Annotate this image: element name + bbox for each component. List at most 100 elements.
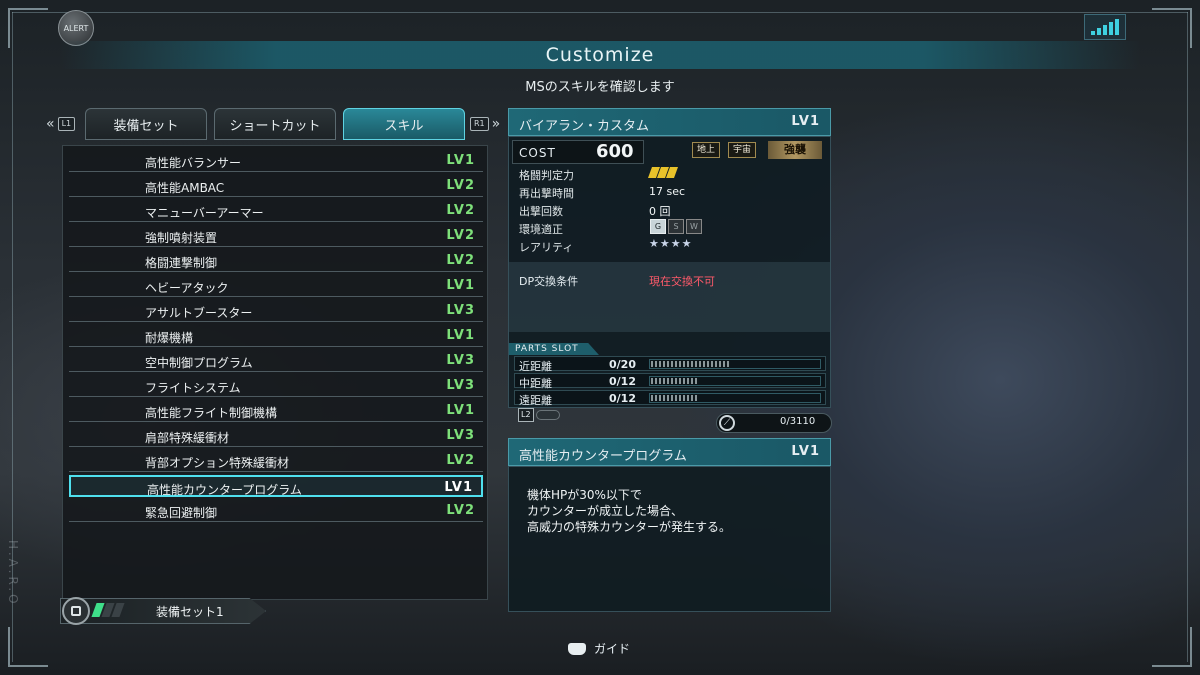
- stat-value-sorties: 0 回: [649, 205, 671, 218]
- wrench-icon: ⟋: [719, 415, 735, 431]
- tab-label: 装備セット: [113, 118, 179, 134]
- page-subtitle: MSのスキルを確認します: [525, 80, 675, 95]
- r1-button-icon: R1: [470, 117, 489, 131]
- signal-icon: [1084, 14, 1126, 40]
- skill-level: LV2: [446, 203, 475, 218]
- parts-slot-row: 近距離 0/20: [514, 356, 826, 373]
- tab-prev-button[interactable]: « L1: [46, 116, 76, 132]
- skill-name: 肩部特殊緩衝材: [145, 431, 230, 445]
- environment-g-icon: G: [650, 219, 666, 234]
- parts-slot-value: 0/12: [609, 375, 636, 388]
- skill-name: 強制噴射装置: [145, 231, 218, 245]
- skill-list-item[interactable]: 高性能バランサー LV1: [69, 150, 483, 172]
- parts-slot-gauge: [649, 376, 821, 386]
- parts-slot-row: 中距離 0/12: [514, 373, 826, 390]
- hud-frame-right: [1187, 12, 1188, 662]
- skill-name: フライトシステム: [145, 381, 241, 395]
- skill-level: LV2: [446, 228, 475, 243]
- skill-level: LV2: [446, 178, 475, 193]
- l2-button-icon[interactable]: L2: [518, 408, 534, 422]
- skill-list-item[interactable]: フライトシステム LV3: [69, 375, 483, 397]
- skill-list-item[interactable]: 強制噴射装置 LV2: [69, 225, 483, 247]
- skill-list-item[interactable]: 耐爆機構 LV1: [69, 325, 483, 347]
- skill-level: LV2: [446, 503, 475, 518]
- stat-value-respawn: 17 sec: [649, 185, 686, 198]
- stat-label-respawn: 再出撃時間: [519, 187, 574, 200]
- environment-s-icon: S: [668, 219, 684, 234]
- skill-name: ヘビーアタック: [145, 281, 229, 295]
- tab-label: ショートカット: [229, 118, 321, 134]
- skill-list-item[interactable]: 背部オプション特殊緩衝材 LV2: [69, 450, 483, 472]
- alert-text: ALERT: [63, 23, 89, 33]
- skill-name: 高性能AMBAC: [145, 181, 225, 195]
- environment-icons: GSW: [650, 219, 702, 234]
- stat-label-sorties: 出撃回数: [519, 205, 563, 218]
- rarity-stars: ★★★★: [649, 237, 693, 250]
- skill-name: 空中制御プログラム: [145, 356, 253, 370]
- ms-header: バイアラン・カスタム LV1: [508, 108, 831, 136]
- skill-detail-name: 高性能カウンタープログラム: [519, 449, 687, 464]
- hud-corner-br: [1152, 627, 1192, 667]
- double-chevron-left-icon: «: [46, 116, 55, 132]
- hud-corner-bl: [8, 627, 48, 667]
- parts-slot-label: 近距離: [519, 360, 552, 373]
- skill-list-item[interactable]: 高性能カウンタープログラム LV1: [69, 475, 483, 497]
- touchpad-button-icon: [568, 642, 586, 655]
- tab-label: スキル: [384, 118, 424, 134]
- skill-name: 高性能バランサー: [145, 156, 242, 170]
- skill-level: LV1: [444, 480, 473, 495]
- skill-level: LV3: [446, 378, 475, 393]
- skill-list-item[interactable]: ヘビーアタック LV1: [69, 275, 483, 297]
- skill-list-item[interactable]: 空中制御プログラム LV3: [69, 350, 483, 372]
- square-button-icon[interactable]: [62, 597, 90, 625]
- parts-slot-row: 遠距離 0/12: [514, 390, 826, 407]
- skill-level: LV3: [446, 303, 475, 318]
- parts-slot-gauge: [649, 393, 821, 403]
- cost-label: COST: [519, 146, 556, 160]
- skill-list-item[interactable]: 高性能AMBAC LV2: [69, 175, 483, 197]
- skill-list-item[interactable]: 肩部特殊緩衝材 LV3: [69, 425, 483, 447]
- skill-level: LV1: [446, 403, 475, 418]
- skill-level: LV3: [446, 428, 475, 443]
- dp-value: 現在交換不可: [649, 275, 715, 288]
- skill-list-item[interactable]: 高性能フライト制御機構 LV1: [69, 400, 483, 422]
- hud-corner-tl: [8, 8, 48, 48]
- tab-next-button[interactable]: R1 »: [470, 116, 500, 132]
- capacity-value: 0/3110: [780, 416, 816, 427]
- skill-name: アサルトブースター: [145, 306, 253, 320]
- side-label: H.A.R.O: [6, 540, 20, 607]
- parts-slot-title: PARTS SLOT: [509, 343, 599, 355]
- parts-slot-gauge-fill: [651, 395, 699, 401]
- stat-label-melee: 格闘判定力: [519, 169, 574, 182]
- skill-list-item[interactable]: 格闘連撃制御 LV2: [69, 250, 483, 272]
- toggle-pill-icon: [536, 410, 560, 420]
- loadout-label: 装備セット1: [156, 605, 224, 619]
- description-line: 機体HPが30%以下で: [527, 488, 642, 502]
- skill-name: 高性能カウンタープログラム: [147, 483, 302, 497]
- parts-slot-gauge-fill: [651, 361, 730, 367]
- skill-list-item[interactable]: アサルトブースター LV3: [69, 300, 483, 322]
- melee-rank-icon: [647, 167, 679, 178]
- skill-name: 高性能フライト制御機構: [145, 406, 278, 420]
- double-chevron-right-icon: »: [491, 116, 501, 132]
- tab-loadout[interactable]: 装備セット: [85, 108, 207, 140]
- loadout-indicator: [91, 603, 125, 617]
- skill-name: 格闘連撃制御: [145, 256, 218, 270]
- skill-name: 背部オプション特殊緩衝材: [145, 456, 290, 470]
- skill-level: LV1: [446, 153, 475, 168]
- page-title: Customize: [545, 44, 655, 66]
- guide-button[interactable]: ガイド: [568, 640, 630, 657]
- skill-list-item[interactable]: マニューバーアーマー LV2: [69, 200, 483, 222]
- tab-skill[interactable]: スキル: [343, 108, 465, 140]
- skill-level: LV1: [446, 328, 475, 343]
- role-badge: 強襲: [768, 141, 822, 159]
- parts-slot-value: 0/20: [609, 358, 636, 371]
- env-tag-ground: 地上: [692, 142, 721, 158]
- skill-name: 耐爆機構: [145, 331, 194, 345]
- skill-level: LV3: [446, 353, 475, 368]
- hud-corner-tr: [1152, 8, 1192, 48]
- skill-list-item[interactable]: 緊急回避制御 LV2: [69, 500, 483, 522]
- skill-level: LV2: [446, 253, 475, 268]
- tab-shortcut[interactable]: ショートカット: [214, 108, 336, 140]
- ms-level: LV1: [791, 114, 820, 129]
